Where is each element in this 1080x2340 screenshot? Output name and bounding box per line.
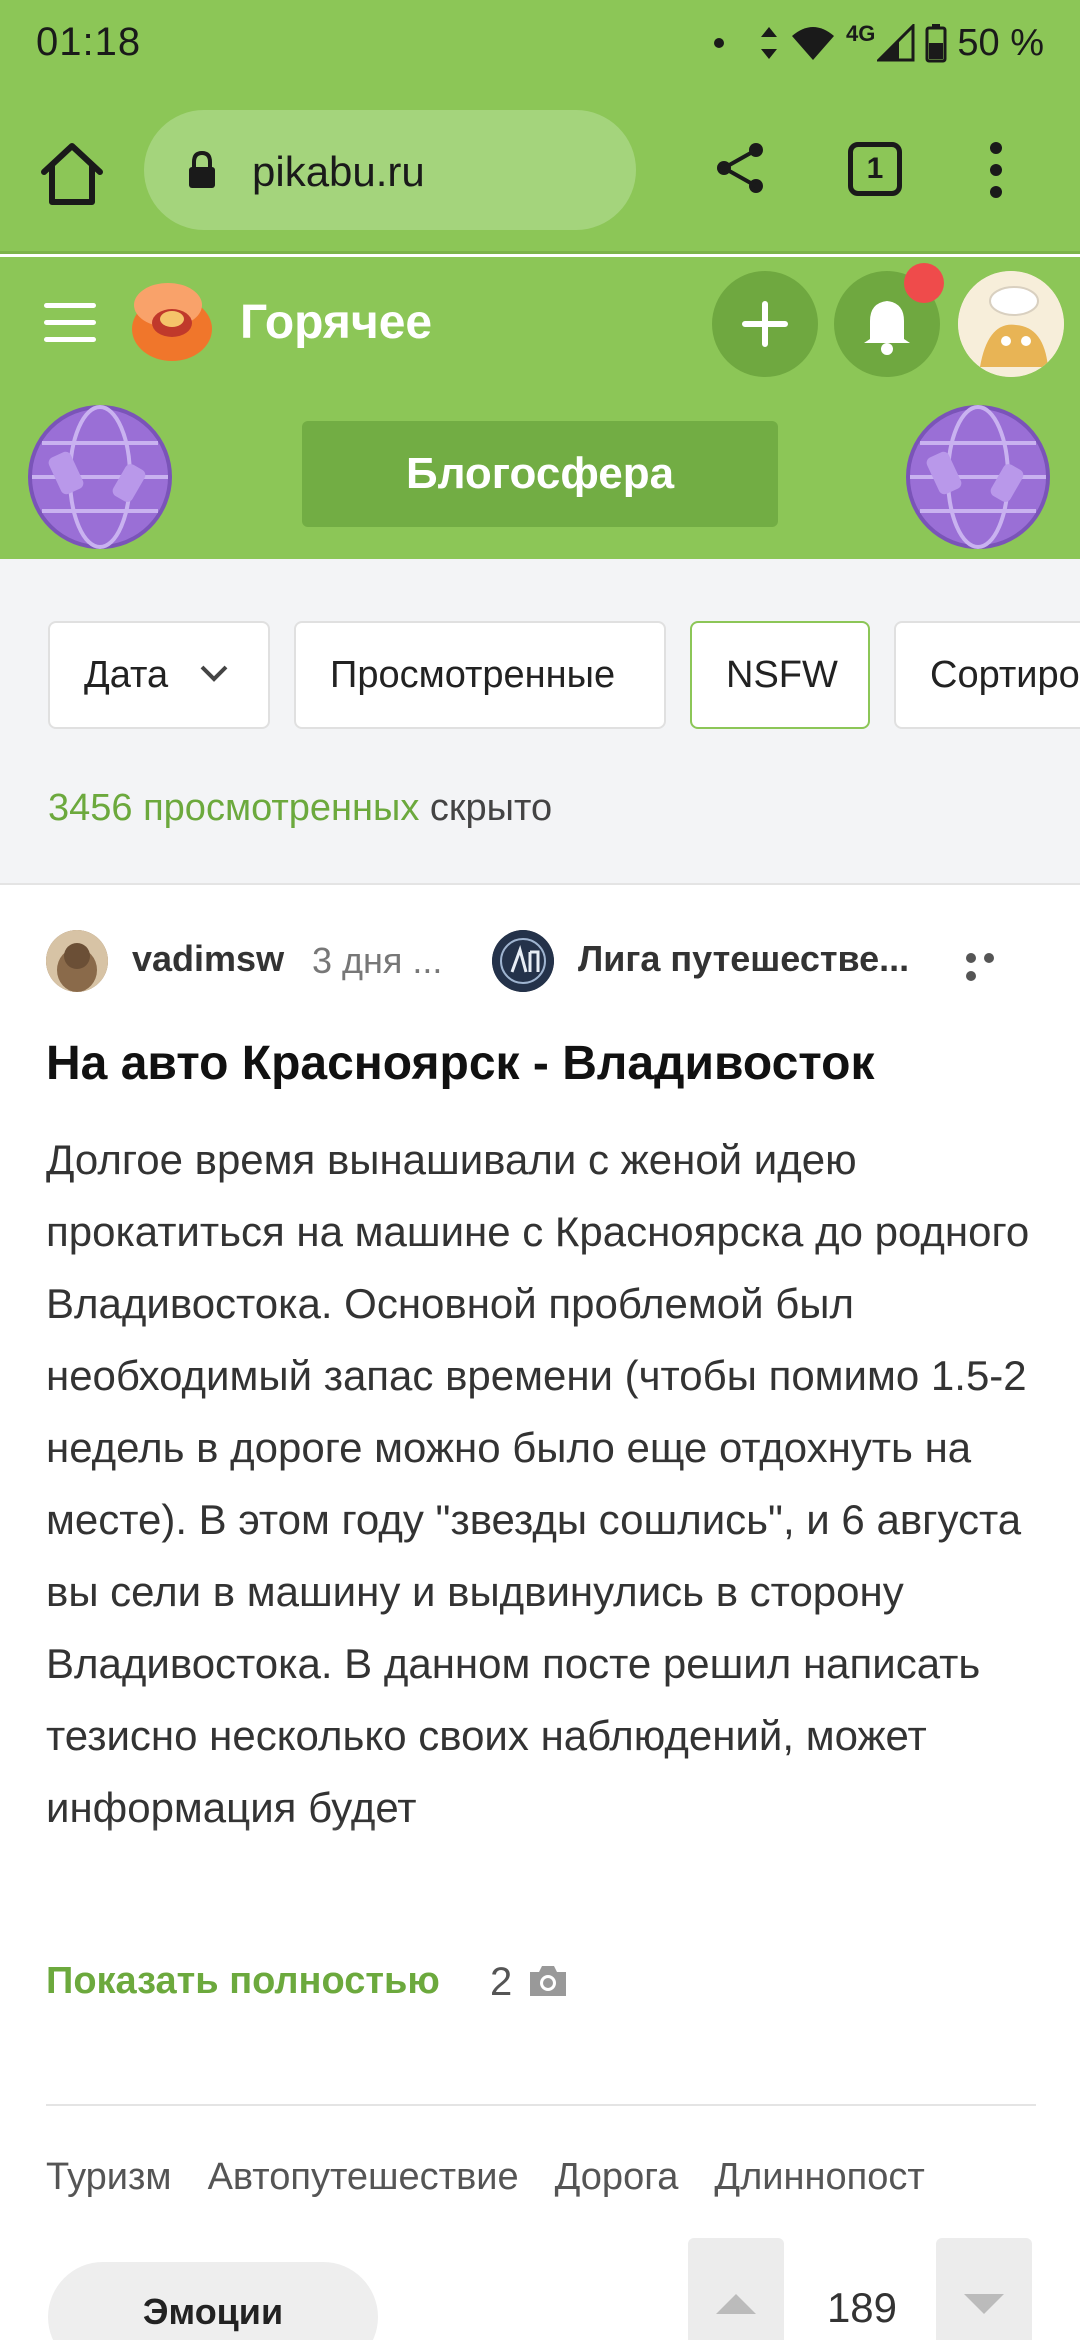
lock-icon [189, 150, 215, 188]
filter-nsfw[interactable]: NSFW [690, 621, 870, 729]
post-body: Долгое время вынашивали с женой идею про… [46, 1136, 1030, 1831]
filter-viewed[interactable]: Просмотренные [294, 621, 666, 729]
battery-icon [925, 24, 947, 63]
rating-count: 189 [826, 2284, 898, 2331]
camera-icon [530, 1966, 566, 1996]
author-avatar[interactable] [46, 930, 108, 992]
community-name[interactable]: Лига путешестве... [578, 938, 909, 980]
status-icons: 4G 50 % [714, 18, 1044, 68]
author-name[interactable]: vadimsw [132, 938, 284, 980]
upvote-button[interactable] [688, 2238, 784, 2340]
post-divider [46, 2104, 1036, 2106]
blogosphere-banner[interactable]: Блогосфера [302, 421, 778, 527]
downvote-button[interactable] [936, 2238, 1032, 2340]
page-title: Горячее [240, 296, 433, 349]
cat-avatar-icon [46, 930, 108, 992]
hamburger-menu-icon[interactable] [44, 303, 96, 343]
cell-signal-icon [877, 24, 915, 62]
chef-avatar-icon [958, 271, 1064, 377]
post-more-icon[interactable] [966, 950, 1016, 981]
post-body-fade [0, 1820, 1080, 1910]
image-count: 2 [490, 1960, 513, 2004]
globe-decoration-icon [906, 405, 1050, 549]
overflow-menu-icon[interactable] [976, 140, 1016, 200]
notification-dot-icon [714, 38, 725, 48]
hidden-suffix: скрыто [429, 787, 553, 829]
post-tags: Туризм Автопутешествие Дорога Длиннопост [46, 2156, 925, 2199]
community-logo-icon [492, 930, 554, 992]
post-date: 3 дня ... [312, 940, 443, 981]
wifi-icon [792, 27, 835, 60]
feed-filters: Дата Просмотренные NSFW Сортиро 3456 про… [0, 559, 1080, 885]
browser-toolbar: pikabu.ru 1 [0, 88, 1080, 254]
status-time: 01:18 [36, 20, 142, 64]
tab-switcher-button[interactable]: 1 [848, 142, 902, 196]
pikabu-logo-icon[interactable] [128, 277, 216, 365]
user-avatar[interactable] [958, 271, 1064, 377]
filter-date[interactable]: Дата [48, 621, 270, 729]
notification-badge [904, 263, 944, 303]
post-meta: vadimsw 3 дня ... Лига путешестве... [0, 922, 1080, 1002]
chevron-down-icon [200, 665, 228, 682]
add-post-button[interactable] [712, 271, 818, 377]
tag[interactable]: Длиннопост [714, 2156, 924, 2199]
share-icon[interactable] [712, 140, 768, 196]
show-more-link[interactable]: Показать полностью [46, 1960, 440, 2003]
site-header: Горячее Блогосфера [0, 257, 1080, 559]
globe-decoration-icon [28, 405, 172, 549]
filter-label: Дата [84, 654, 169, 696]
filter-sort[interactable]: Сортиро [894, 621, 1080, 729]
hidden-posts-link[interactable]: 3456 просмотренных [48, 787, 419, 829]
url-text: pikabu.ru [252, 148, 425, 195]
arrow-up-icon [716, 2294, 756, 2314]
hidden-posts-note: 3456 просмотренных скрыто [48, 787, 552, 830]
community-avatar[interactable] [492, 930, 554, 992]
url-bar[interactable]: pikabu.ru [144, 110, 636, 230]
tag[interactable]: Дорога [555, 2156, 679, 2199]
network-type: 4G [846, 21, 876, 46]
plus-icon [742, 301, 788, 347]
emotions-button[interactable]: Эмоции [48, 2262, 378, 2340]
battery-level: 50 % [957, 21, 1044, 64]
tag[interactable]: Туризм [46, 2156, 172, 2199]
tag[interactable]: Автопутешествие [208, 2156, 519, 2199]
arrow-down-icon [964, 2294, 1004, 2314]
post-title[interactable]: На авто Красноярск - Владивосток [46, 1036, 1046, 1091]
status-bar: 01:18 4G 50 % [0, 0, 1080, 88]
home-icon[interactable] [38, 140, 106, 208]
data-transfer-icon [761, 27, 778, 59]
